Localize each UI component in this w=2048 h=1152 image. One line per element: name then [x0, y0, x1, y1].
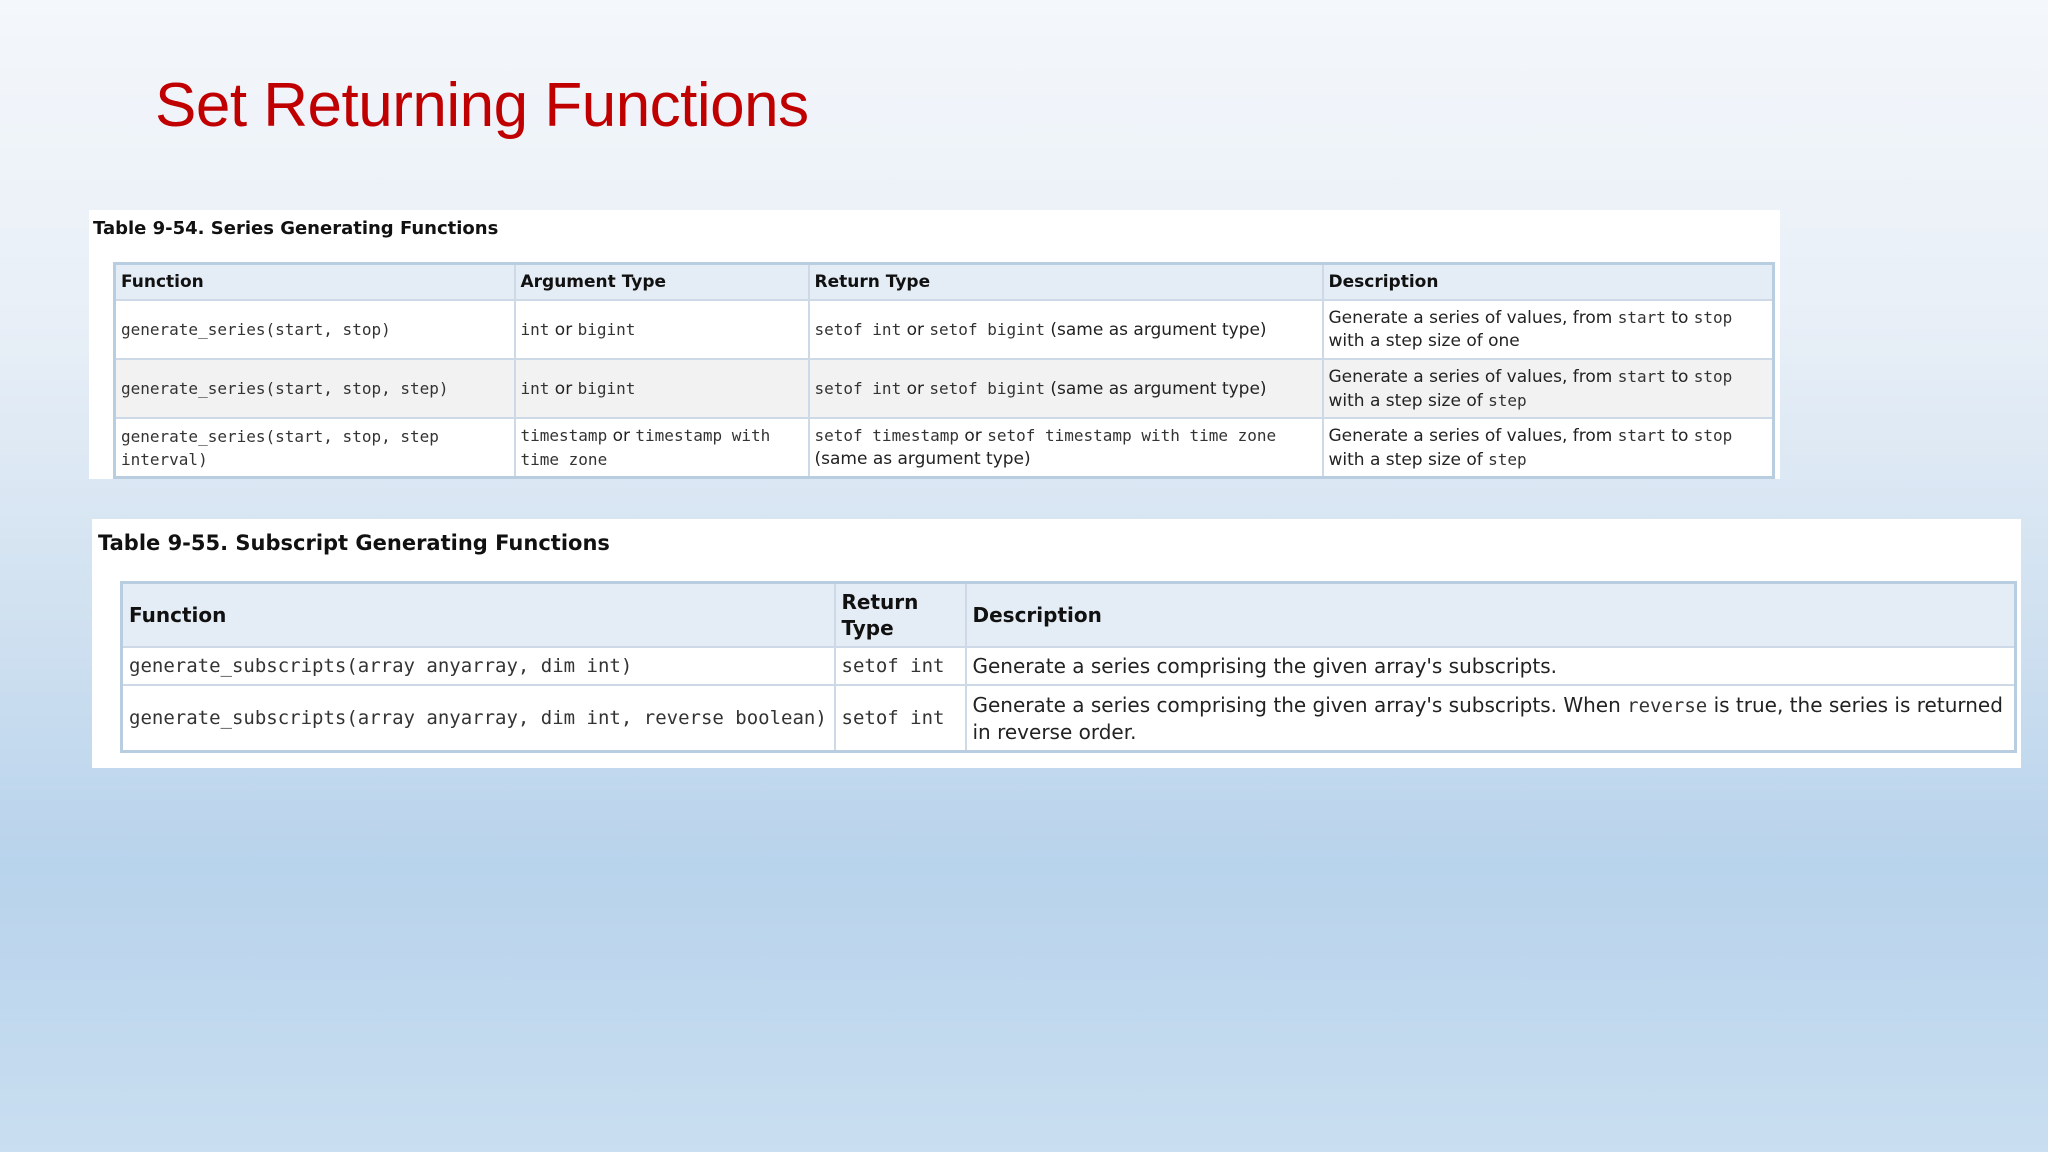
return-note: (same as argument type): [814, 449, 1031, 469]
subscript-functions-panel: Table 9-55. Subscript Generating Functio…: [92, 519, 2021, 768]
subscript-generating-functions-table: Function Return Type Description generat…: [120, 581, 2017, 753]
function-cell: generate_series(start, stop, step): [113, 358, 516, 419]
description-cell: Generate a series of values, from start …: [1321, 417, 1775, 479]
type-name: int: [520, 378, 550, 398]
column-header-description: Description: [964, 581, 2017, 648]
param-name: stop: [1693, 425, 1733, 445]
table-row: generate_series(start, stop) int or bigi…: [113, 299, 1775, 360]
description-text: with a step size of: [1328, 449, 1489, 470]
column-header-return-type: Return Type: [833, 581, 967, 648]
column-header-description: Description: [1321, 262, 1775, 301]
description-text: Generate a series of values, from: [1328, 308, 1618, 328]
description-text: Generate a series of values, from: [1328, 366, 1618, 387]
description-text: with a step size of one: [1328, 331, 1520, 351]
param-name: start: [1617, 308, 1666, 327]
return-note: (same as argument type): [1045, 319, 1267, 340]
return-type-cell: setof int: [833, 684, 967, 753]
function-cell: generate_series(start, stop): [113, 299, 516, 360]
argument-type-cell: int or bigint: [513, 358, 810, 419]
table-caption: Table 9-54. Series Generating Functions: [93, 218, 499, 239]
description-cell: Generate a series of values, from start …: [1321, 299, 1775, 360]
function-cell: generate_subscripts(array anyarray, dim …: [120, 684, 836, 753]
param-name: reverse: [1627, 694, 1708, 717]
column-header-argument-type: Argument Type: [513, 262, 810, 301]
param-name: step: [1488, 390, 1527, 410]
description-cell: Generate a series of values, from start …: [1321, 358, 1775, 419]
function-cell: generate_subscripts(array anyarray, dim …: [120, 646, 836, 686]
table-header-row: Function Argument Type Return Type Descr…: [113, 262, 1775, 301]
param-name: start: [1617, 425, 1666, 445]
type-name: int: [520, 319, 550, 339]
or-text: or: [549, 378, 578, 399]
description-text: to: [1665, 308, 1694, 328]
slide-title: Set Returning Functions: [155, 71, 809, 140]
description-text: to: [1665, 425, 1694, 446]
type-name: setof timestamp: [814, 426, 960, 445]
type-name: setof int: [814, 378, 902, 398]
table-row: generate_subscripts(array anyarray, dim …: [120, 684, 2017, 753]
or-text: or: [549, 319, 578, 340]
type-name: timestamp: [520, 425, 608, 445]
table-row: generate_series(start, stop, step interv…: [113, 417, 1775, 479]
description-text: with a step size of: [1328, 390, 1489, 411]
return-type-cell: setof int or setof bigint (same as argum…: [807, 358, 1324, 419]
description-cell: Generate a series comprising the given a…: [964, 646, 2017, 686]
description-text: Generate a series of values, from: [1328, 425, 1618, 446]
series-generating-functions-table: Function Argument Type Return Type Descr…: [113, 262, 1775, 479]
column-header-function: Function: [113, 262, 516, 301]
type-name: bigint: [577, 319, 636, 339]
argument-type-cell: timestamp or timestamp with time zone: [513, 417, 810, 479]
type-name: setof bigint: [929, 378, 1045, 398]
function-cell: generate_series(start, stop, step interv…: [113, 417, 516, 479]
description-text: to: [1665, 366, 1694, 387]
type-name: setof bigint: [929, 319, 1045, 339]
description-text: Generate a series comprising the given a…: [972, 692, 1628, 717]
table-row: generate_subscripts(array anyarray, dim …: [120, 646, 2017, 686]
return-type-cell: setof int or setof bigint (same as argum…: [807, 299, 1324, 360]
param-name: start: [1617, 366, 1666, 386]
type-name: bigint: [577, 378, 636, 398]
or-text: or: [901, 378, 930, 399]
or-text: or: [607, 425, 636, 446]
table-row: generate_series(start, stop, step) int o…: [113, 358, 1775, 419]
column-header-return-type: Return Type: [807, 262, 1324, 301]
type-name: setof int: [814, 319, 902, 339]
or-text: or: [959, 426, 988, 446]
type-name: setof timestamp with time zone: [987, 426, 1277, 445]
table-header-row: Function Return Type Description: [120, 581, 2017, 648]
table-caption: Table 9-55. Subscript Generating Functio…: [98, 531, 610, 555]
return-type-cell: setof int: [833, 646, 967, 686]
argument-type-cell: int or bigint: [513, 299, 810, 360]
or-text: or: [901, 319, 930, 340]
param-name: stop: [1693, 366, 1733, 386]
return-note: (same as argument type): [1045, 378, 1267, 399]
column-header-function: Function: [120, 581, 836, 648]
param-name: stop: [1693, 308, 1733, 327]
param-name: step: [1488, 449, 1527, 469]
description-cell: Generate a series comprising the given a…: [964, 684, 2017, 753]
series-functions-panel: Table 9-54. Series Generating Functions …: [89, 210, 1780, 479]
return-type-cell: setof timestamp or setof timestamp with …: [807, 417, 1324, 479]
